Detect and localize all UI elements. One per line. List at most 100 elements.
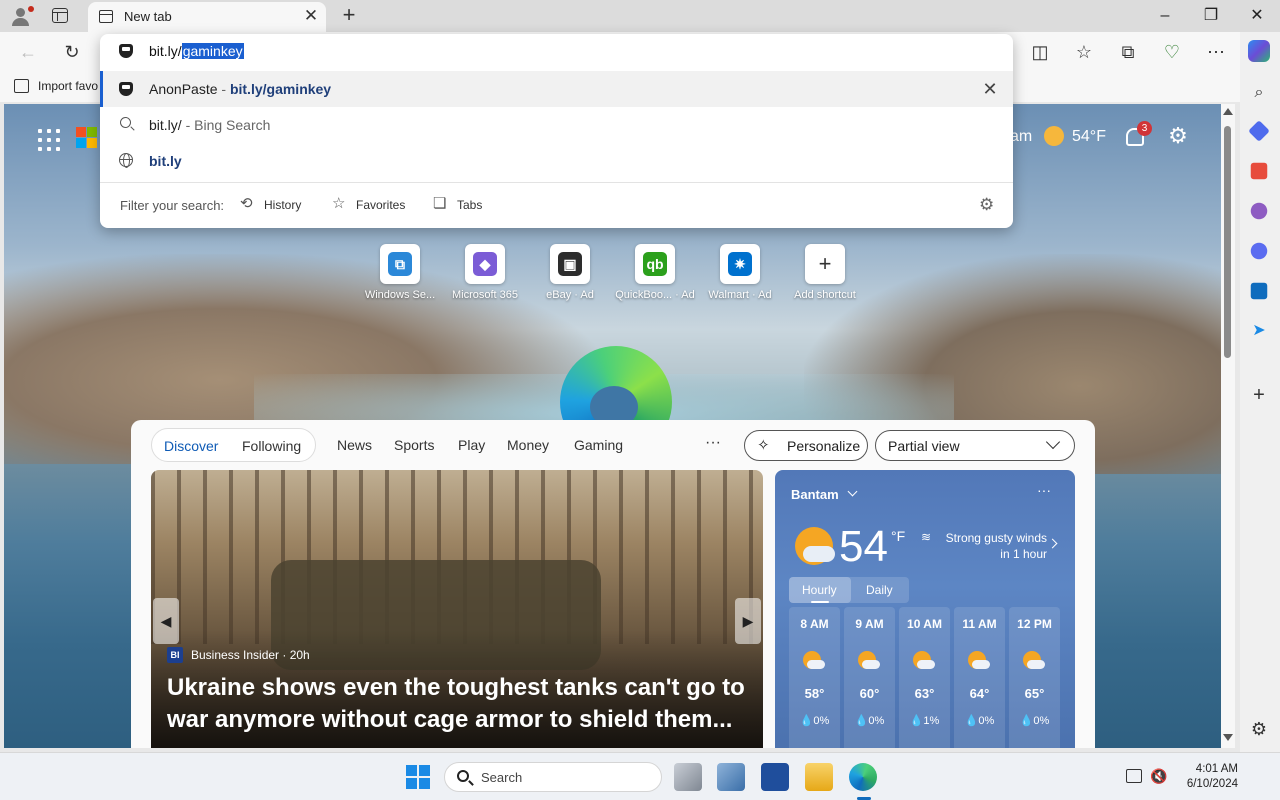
shortcut-label: Add shortcut bbox=[794, 289, 856, 301]
windows-start-icon[interactable] bbox=[406, 765, 430, 789]
shortcut-tile[interactable]: + Add shortcut bbox=[790, 244, 860, 306]
network-icon[interactable] bbox=[1126, 769, 1142, 783]
back-arrow-icon[interactable]: ← bbox=[14, 38, 42, 66]
hourly-forecast-cell[interactable]: 12 PM 65° 💧0% bbox=[1009, 607, 1060, 748]
tab-discover[interactable]: Discover bbox=[164, 438, 218, 454]
tab-news[interactable]: News bbox=[337, 437, 372, 453]
page-settings-gear-icon[interactable]: ⚙ bbox=[1167, 125, 1189, 147]
shortcut-tile[interactable]: ✷ Walmart · Ad bbox=[705, 244, 775, 306]
weather-more-button[interactable]: ··· bbox=[1037, 482, 1051, 498]
close-window-button[interactable]: ✕ bbox=[1242, 4, 1272, 28]
page-scrollbar[interactable] bbox=[1221, 104, 1235, 748]
scrollbar-thumb[interactable] bbox=[1224, 126, 1231, 358]
shortcut-tile[interactable]: ⧉ Windows Se... bbox=[365, 244, 435, 306]
carousel-next-button[interactable]: ▶ bbox=[735, 598, 761, 644]
header-weather-icon[interactable] bbox=[1044, 126, 1064, 146]
hour-precip: 💧0% bbox=[854, 715, 885, 727]
carousel-prev-button[interactable]: ◀ bbox=[153, 598, 179, 644]
chevron-right-icon[interactable] bbox=[1047, 538, 1058, 549]
sidebar-settings-gear-icon[interactable]: ⚙ bbox=[1248, 718, 1270, 740]
weather-tabs: Hourly Daily bbox=[789, 577, 909, 603]
edge-taskbar-icon[interactable] bbox=[849, 763, 877, 791]
suggestion-text: bit.ly/ - Bing Search bbox=[149, 117, 270, 133]
weather-alert[interactable]: Strong gusty winds in 1 hour bbox=[943, 530, 1047, 562]
tab-sports[interactable]: Sports bbox=[394, 437, 434, 453]
tab-following[interactable]: Following bbox=[242, 438, 301, 454]
hour-temp: 64° bbox=[969, 686, 990, 701]
tab-gaming[interactable]: Gaming bbox=[574, 437, 623, 453]
browser-essentials-icon[interactable]: ♡ bbox=[1158, 38, 1186, 66]
import-favorites-link[interactable]: Import favo bbox=[38, 79, 98, 93]
suggestion-settings-gear-icon[interactable]: ⚙ bbox=[979, 195, 994, 215]
remove-suggestion-icon[interactable]: ✕ bbox=[980, 79, 1000, 99]
split-screen-icon[interactable]: ◫ bbox=[1026, 38, 1054, 66]
favorites-star-icon[interactable]: ☆ bbox=[1070, 38, 1098, 66]
powershell-icon[interactable] bbox=[761, 763, 789, 791]
taskbar-search[interactable]: Search bbox=[444, 762, 662, 792]
scroll-down-arrow-icon[interactable] bbox=[1223, 734, 1233, 741]
tab-play[interactable]: Play bbox=[458, 437, 485, 453]
hourly-forecast-cell[interactable]: 11 AM 64° 💧0% bbox=[954, 607, 1005, 748]
hourly-forecast-cell[interactable]: 10 AM 63° 💧1% bbox=[899, 607, 950, 748]
weather-unit[interactable]: °F bbox=[891, 528, 905, 544]
tab-actions-icon[interactable] bbox=[52, 8, 68, 23]
tab-new-tab[interactable]: New tab ✕ bbox=[88, 2, 326, 32]
new-tab-button[interactable]: + bbox=[338, 3, 360, 27]
suggestion-url: bit.ly bbox=[149, 153, 182, 169]
sidebar-add-icon[interactable]: + bbox=[1248, 384, 1270, 406]
hour-time: 9 AM bbox=[855, 617, 884, 631]
system-clock[interactable]: 4:01 AM 6/10/2024 bbox=[1172, 762, 1238, 792]
hourly-forecast-cell[interactable]: 9 AM 60° 💧0% bbox=[844, 607, 895, 748]
header-temperature[interactable]: 54°F bbox=[1072, 128, 1106, 146]
filter-tabs-label: Tabs bbox=[457, 198, 483, 212]
chevron-down-icon[interactable] bbox=[847, 486, 858, 497]
minimize-button[interactable]: – bbox=[1150, 4, 1180, 28]
tab-money[interactable]: Money bbox=[507, 437, 549, 453]
tab-hourly[interactable]: Hourly bbox=[802, 583, 837, 597]
app-launcher-icon[interactable] bbox=[38, 129, 60, 151]
games-icon[interactable] bbox=[1250, 202, 1268, 220]
send-icon[interactable]: ➤ bbox=[1248, 320, 1270, 342]
hourly-forecast-cell[interactable]: 8 AM 58° 💧0% bbox=[789, 607, 840, 748]
news-headline[interactable]: Ukraine shows even the toughest tanks ca… bbox=[167, 672, 747, 736]
suggestion-anonpaste[interactable]: AnonPaste - bit.ly/gaminkey ✕ bbox=[100, 71, 1013, 107]
collections-icon[interactable]: ⧉ bbox=[1114, 38, 1142, 66]
scroll-up-arrow-icon[interactable] bbox=[1223, 108, 1233, 115]
server-manager-icon[interactable] bbox=[717, 763, 745, 791]
address-bar-input[interactable]: bit.ly/gaminkey bbox=[100, 34, 1013, 68]
weather-card[interactable]: Bantam ··· 54 °F ≋ Strong gusty winds in… bbox=[775, 470, 1075, 748]
suggestion-provider: Bing Search bbox=[194, 117, 271, 133]
hour-time: 8 AM bbox=[800, 617, 829, 631]
address-text[interactable]: bit.ly/gaminkey bbox=[149, 43, 244, 59]
feed-more-button[interactable]: ··· bbox=[705, 434, 721, 452]
outlook-icon[interactable] bbox=[1250, 282, 1268, 300]
shopping-tag-icon[interactable] bbox=[1248, 120, 1270, 142]
personalize-button[interactable]: ✧ Personalize bbox=[744, 430, 868, 461]
task-view-icon[interactable] bbox=[674, 763, 702, 791]
view-mode-select[interactable]: Partial view bbox=[875, 430, 1075, 461]
hour-temp: 65° bbox=[1024, 686, 1045, 701]
refresh-icon[interactable]: ↻ bbox=[58, 38, 86, 66]
restore-button[interactable]: ❐ bbox=[1196, 4, 1226, 28]
news-card[interactable]: ◀ ▶ BI Business Insider · 20h Ukraine sh… bbox=[151, 470, 763, 748]
header-location[interactable]: am bbox=[1010, 128, 1032, 146]
suggestion-bing-search[interactable]: bit.ly/ - Bing Search bbox=[100, 107, 1013, 143]
microsoft-365-icon[interactable] bbox=[1250, 242, 1268, 260]
profile-icon[interactable] bbox=[10, 6, 34, 26]
tab-daily[interactable]: Daily bbox=[866, 583, 893, 597]
tools-icon[interactable] bbox=[1250, 162, 1268, 180]
shortcut-tile[interactable]: qb QuickBoo... · Ad bbox=[615, 244, 695, 306]
file-explorer-icon[interactable] bbox=[805, 763, 833, 791]
weather-location[interactable]: Bantam bbox=[791, 487, 839, 502]
tab-close-icon[interactable]: ✕ bbox=[302, 7, 320, 25]
settings-more-icon[interactable]: ⋯ bbox=[1202, 38, 1230, 66]
volume-icon[interactable]: 🔇 bbox=[1150, 769, 1167, 783]
shortcut-tile[interactable]: ▣ eBay · Ad bbox=[535, 244, 605, 306]
sidebar-search-icon[interactable]: ⌕ bbox=[1248, 82, 1270, 104]
shortcut-tile[interactable]: ◆ Microsoft 365 bbox=[450, 244, 520, 306]
source-logo: BI bbox=[167, 647, 183, 663]
copilot-icon[interactable] bbox=[1248, 40, 1270, 62]
suggestion-query: bit.ly/ bbox=[149, 117, 182, 133]
import-favorites-icon[interactable] bbox=[14, 79, 29, 93]
suggestion-bitly[interactable]: bit.ly bbox=[100, 143, 1013, 179]
